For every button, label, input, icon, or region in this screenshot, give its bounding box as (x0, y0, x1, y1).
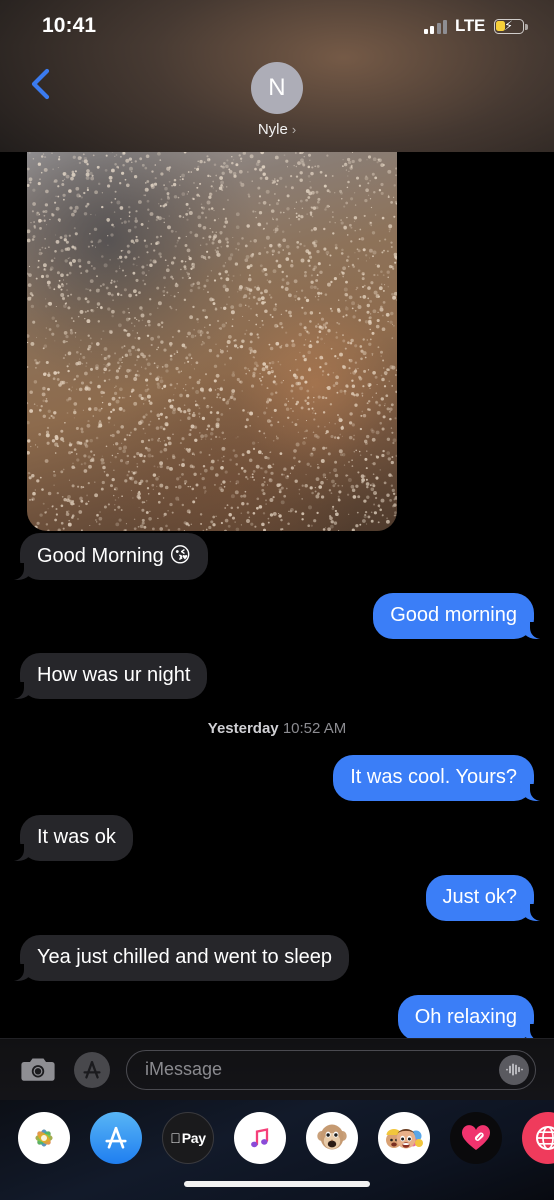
status-bar-indicators: LTE ⚡ (423, 16, 528, 36)
contact-name-row[interactable]: Nyle › (258, 121, 296, 138)
message-thread[interactable]: Good Morning 😘 Good morning How was ur n… (0, 0, 554, 1040)
message-bubble-outgoing[interactable]: Just ok? (425, 875, 542, 921)
message-bubble-incoming[interactable]: How was ur night (12, 653, 208, 699)
message-bubble-incoming[interactable]: Good Morning 😘 (12, 533, 209, 580)
app-icon-music[interactable] (234, 1112, 286, 1164)
message-bubble-incoming[interactable]: Yea just chilled and went to sleep (12, 935, 350, 981)
chevron-right-icon: › (291, 122, 297, 137)
network-type-label: LTE (455, 16, 485, 35)
contact-name: Nyle (257, 121, 288, 138)
messages-conversation-screen: Good Morning 😘 Good morning How was ur n… (0, 0, 554, 1200)
message-bubble-outgoing[interactable]: Oh relaxing (397, 995, 542, 1040)
heart-icon (461, 1125, 491, 1150)
message-bubble-incoming[interactable]: It was ok (13, 815, 133, 861)
app-drawer-list:  Pay (0, 1112, 554, 1164)
kissing-heart-emoji: 😘 (169, 544, 192, 567)
app-icon-photos[interactable] (18, 1112, 70, 1164)
message-row[interactable]: Oh relaxing (0, 995, 554, 1040)
camera-button[interactable] (18, 1050, 58, 1090)
message-row[interactable]: How was ur night (0, 653, 554, 699)
imessage-placeholder: iMessage (145, 1059, 223, 1079)
app-store-icon (74, 1051, 110, 1088)
cellular-signal-icon (423, 19, 448, 34)
app-icon-app-store[interactable] (90, 1112, 142, 1164)
audio-waveform-icon (505, 1063, 523, 1076)
status-bar: 10:41 LTE ⚡ (0, 0, 554, 52)
message-row[interactable]: It was cool. Yours? (0, 755, 554, 801)
home-indicator[interactable] (184, 1181, 370, 1187)
timestamp-time: 10:52 AM (282, 720, 347, 737)
app-icon-memoji[interactable] (378, 1112, 430, 1164)
audio-record-button[interactable] (499, 1054, 529, 1085)
message-row[interactable]: Just ok? (0, 875, 554, 921)
message-row[interactable]: Yea just chilled and went to sleep (0, 935, 554, 981)
conversation-header: 10:41 LTE ⚡ N Nyle › (0, 0, 554, 152)
imessage-app-drawer:  Pay (0, 1100, 554, 1200)
message-row[interactable]: Good Morning 😘 (0, 533, 554, 580)
app-icon-apple-pay[interactable]:  Pay (162, 1112, 214, 1164)
message-bubble-outgoing[interactable]: Good morning (373, 593, 541, 639)
camera-icon (21, 1058, 55, 1081)
charging-bolt-icon: ⚡ (504, 17, 514, 33)
imessage-input-field[interactable]: iMessage (126, 1049, 536, 1090)
app-store-button[interactable] (72, 1050, 112, 1090)
app-store-icon (105, 1126, 127, 1149)
status-bar-time: 10:41 (42, 14, 97, 37)
message-row[interactable]: It was ok (0, 815, 554, 861)
photo-attachment[interactable] (27, 148, 397, 531)
timestamp-divider: Yesterday 10:52 AM (0, 720, 554, 737)
photo-speckles (27, 148, 397, 531)
avatar[interactable]: N (251, 62, 303, 114)
contact-header-button[interactable]: N Nyle › (0, 62, 554, 138)
photos-icon (35, 1129, 53, 1147)
message-text: Good Morning (37, 545, 170, 567)
app-icon-digital-touch[interactable] (450, 1112, 502, 1164)
apple-pay-icon:  Pay (170, 1130, 206, 1146)
app-icon-globe-app[interactable] (522, 1112, 554, 1164)
avatar-initial: N (268, 74, 286, 101)
globe-icon (536, 1126, 554, 1150)
message-bubble-outgoing[interactable]: It was cool. Yours? (333, 755, 541, 801)
app-store-a-glyph (83, 1060, 101, 1079)
message-row[interactable]: Good morning (0, 593, 554, 639)
message-input-bar: iMessage (0, 1038, 554, 1100)
monkey-animoji-icon (317, 1124, 347, 1150)
memoji-icon (386, 1128, 423, 1149)
timestamp-day: Yesterday (207, 720, 279, 737)
music-note-icon (251, 1128, 269, 1148)
battery-icon: ⚡ (494, 17, 528, 34)
app-icon-animoji[interactable] (306, 1112, 358, 1164)
